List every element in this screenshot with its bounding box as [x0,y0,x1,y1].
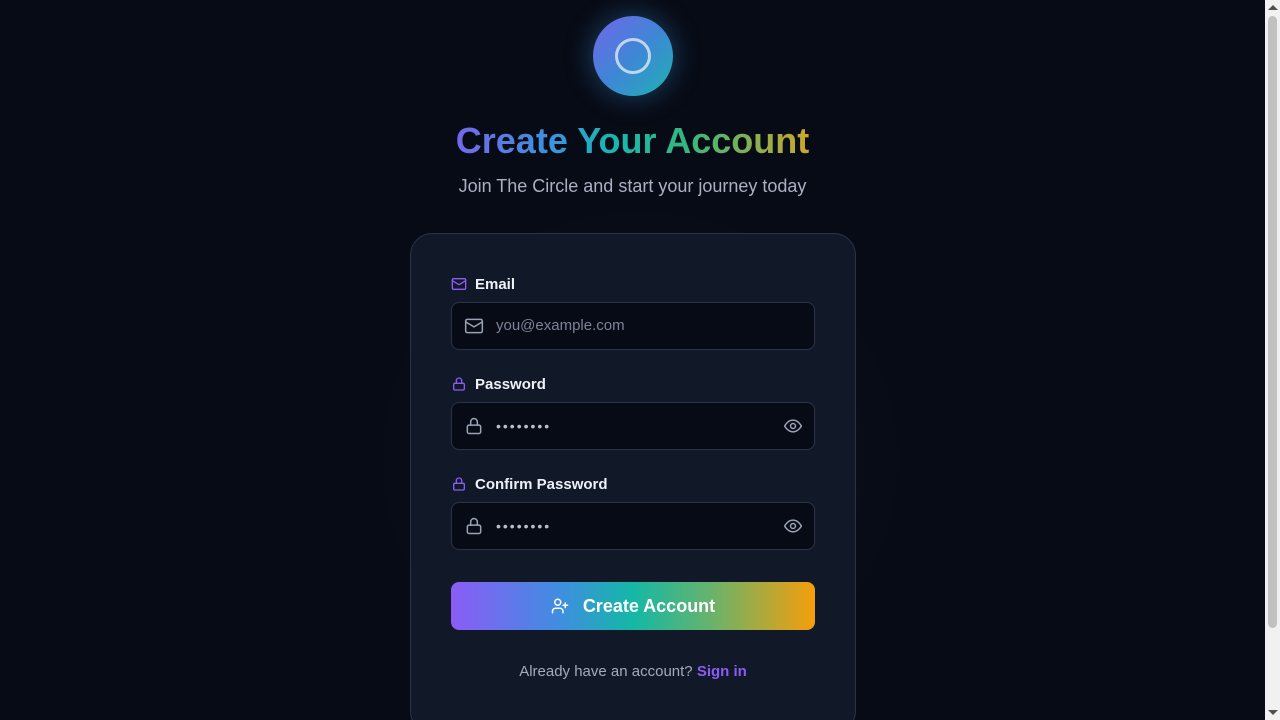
mail-icon [451,278,467,290]
signin-prompt-text: Already have an account? [519,663,697,680]
lock-icon [453,477,465,491]
page-title: Create Your Account [456,118,809,164]
page-title-wrap: Create Your Account [0,118,1265,164]
confirm-password-value: •••••••• [496,518,552,534]
password-label-text: Password [475,375,546,393]
mail-icon [464,318,484,334]
email-field[interactable]: you@example.com [451,302,815,350]
confirm-password-label-text: Confirm Password [475,475,608,493]
scroll-down-icon[interactable] [1268,710,1278,715]
logo-ring [615,38,651,74]
lock-icon [453,377,465,391]
lock-icon [466,517,482,535]
password-value: •••••••• [496,418,552,434]
email-label-text: Email [475,275,516,293]
email-placeholder: you@example.com [496,317,625,334]
sign-in-link[interactable]: Sign in [697,663,747,680]
email-label: Email [451,274,515,294]
create-account-label: Create Account [582,595,716,616]
scroll-up-icon[interactable] [1268,5,1278,10]
password-label: Password [451,374,546,394]
page-scrollbar[interactable] [1265,0,1280,720]
create-account-button[interactable]: Create Account [451,582,815,630]
circle-logo-icon [593,16,673,96]
eye-icon[interactable] [783,416,803,436]
signin-prompt: Already have an account? Sign in [410,662,856,682]
password-field[interactable]: •••••••• [451,402,815,450]
confirm-password-label: Confirm Password [451,474,608,494]
signup-page: Create Your Account Join The Circle and … [0,0,1280,720]
user-plus-icon [551,598,569,614]
scroll-thumb[interactable] [1268,16,1277,628]
eye-icon[interactable] [783,516,803,536]
lock-icon [466,417,482,435]
page-subtitle: Join The Circle and start your journey t… [458,176,807,196]
confirm-password-field[interactable]: •••••••• [451,502,815,550]
